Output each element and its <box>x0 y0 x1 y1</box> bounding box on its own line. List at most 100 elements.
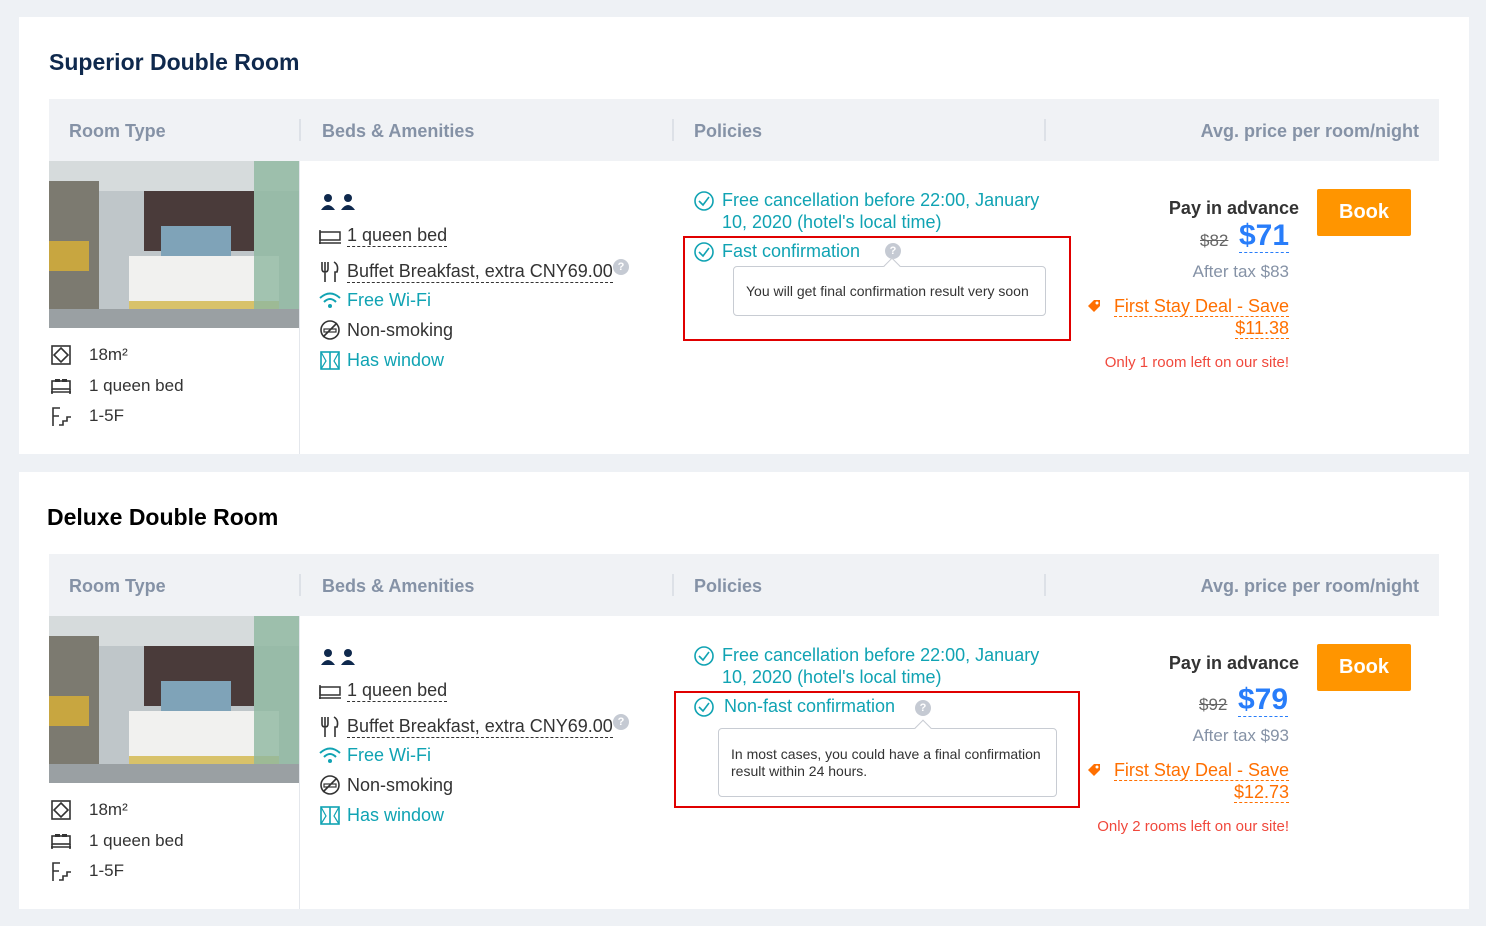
after-tax-price: After tax $83 <box>1192 262 1289 281</box>
amenity-bed-label[interactable]: 1 queen bed <box>347 680 448 702</box>
amenity-bed: 1 queen bed <box>318 679 448 703</box>
spec-room-size: 18m² <box>49 344 128 366</box>
room-card-superior: Superior Double Room Room Type Beds & Am… <box>19 17 1469 454</box>
deal-amount: $11.38 <box>1235 318 1289 339</box>
pay-in-advance-label: Pay in advance <box>1168 653 1299 673</box>
availability-note: Only 2 rooms left on our site! <box>1097 818 1289 835</box>
help-icon[interactable]: ? <box>613 259 629 275</box>
deal-label: First Stay Deal - Save <box>1113 760 1289 781</box>
table-header: Room Type Beds & Amenities Policies Avg.… <box>49 554 1439 616</box>
check-circle-icon <box>693 645 715 672</box>
deal-label: First Stay Deal - Save <box>1113 296 1289 317</box>
availability-note: Only 1 room left on our site! <box>1104 354 1289 371</box>
window-icon <box>318 348 342 372</box>
room-size-value: 18m² <box>89 800 128 819</box>
amenity-window-label: Has window <box>347 804 445 825</box>
header-divider <box>1044 119 1046 141</box>
highlight-box <box>683 236 1071 341</box>
first-stay-deal[interactable]: First Stay Deal - Save $12.73 <box>1087 759 1289 803</box>
header-avg-price: Avg. price per room/night <box>1200 121 1419 141</box>
book-button[interactable]: Book <box>1317 644 1411 691</box>
card-gap <box>0 454 1486 472</box>
amenity-breakfast-label[interactable]: Buffet Breakfast, extra CNY69.00 <box>347 261 613 283</box>
column-divider <box>299 616 300 909</box>
current-price[interactable]: $79 <box>1238 684 1289 717</box>
room-size-icon <box>49 799 73 821</box>
help-icon[interactable]: ? <box>613 714 629 730</box>
bed-icon <box>318 679 342 703</box>
amenity-window: Has window <box>318 803 444 827</box>
first-stay-deal[interactable]: First Stay Deal - Save $11.38 <box>1087 295 1289 339</box>
two-guests-icon <box>318 190 358 214</box>
amenity-smoking-label: Non-smoking <box>347 319 454 340</box>
tag-icon <box>1086 297 1102 319</box>
room-photo[interactable] <box>49 161 299 328</box>
floor-stairs-icon <box>49 860 73 882</box>
header-room-type: Room Type <box>69 576 166 596</box>
highlight-box <box>674 691 1080 808</box>
wifi-icon <box>318 743 342 767</box>
guests-capacity <box>318 645 363 669</box>
amenity-wifi: Free Wi-Fi <box>318 288 431 312</box>
header-beds-amenities: Beds & Amenities <box>322 576 475 596</box>
cancel-policy-line2: 10, 2020 (hotel's local time) <box>722 212 942 232</box>
header-divider <box>672 574 674 596</box>
fork-knife-icon <box>318 260 342 284</box>
room-size-value: 18m² <box>89 345 128 364</box>
amenity-wifi-label: Free Wi-Fi <box>347 744 431 765</box>
no-smoking-icon <box>318 318 342 342</box>
room-title: Superior Double Room <box>49 49 300 75</box>
amenity-breakfast: Buffet Breakfast, extra CNY69.00 <box>318 715 613 739</box>
amenity-smoking: Non-smoking <box>318 318 453 342</box>
book-button[interactable]: Book <box>1317 189 1411 236</box>
original-price: $92 <box>1199 695 1228 714</box>
bed-icon <box>49 830 73 852</box>
spec-bed-value: 1 queen bed <box>89 831 184 850</box>
spec-floor-value: 1-5F <box>89 406 124 425</box>
amenity-bed-label[interactable]: 1 queen bed <box>347 225 448 247</box>
tag-icon <box>1086 761 1102 783</box>
cancel-policy-line2: 10, 2020 (hotel's local time) <box>722 667 942 687</box>
room-photo[interactable] <box>49 616 299 783</box>
table-header: Room Type Beds & Amenities Policies Avg.… <box>49 99 1439 161</box>
header-divider <box>299 574 301 596</box>
floor-stairs-icon <box>49 405 73 427</box>
room-size-icon <box>49 344 73 366</box>
bed-icon <box>318 224 342 248</box>
bed-icon <box>49 375 73 397</box>
amenity-window: Has window <box>318 348 444 372</box>
spec-floor-value: 1-5F <box>89 861 124 880</box>
cancel-policy-line1: Free cancellation before 22:00, January <box>722 190 1040 210</box>
amenity-bed: 1 queen bed <box>318 224 448 248</box>
amenity-breakfast-label[interactable]: Buffet Breakfast, extra CNY69.00 <box>347 716 613 738</box>
no-smoking-icon <box>318 773 342 797</box>
pay-in-advance-label: Pay in advance <box>1168 198 1299 218</box>
header-policies: Policies <box>694 121 763 141</box>
amenity-smoking: Non-smoking <box>318 773 453 797</box>
spec-bed-value: 1 queen bed <box>89 376 184 395</box>
wifi-icon <box>318 288 342 312</box>
header-beds-amenities: Beds & Amenities <box>322 121 475 141</box>
header-policies: Policies <box>694 576 763 596</box>
spec-bed: 1 queen bed <box>49 830 184 852</box>
header-divider <box>1044 574 1046 596</box>
amenity-breakfast: Buffet Breakfast, extra CNY69.00 <box>318 260 613 284</box>
spec-floor: 1-5F <box>49 405 124 427</box>
current-price[interactable]: $71 <box>1239 220 1290 253</box>
amenity-wifi-label: Free Wi-Fi <box>347 289 431 310</box>
cancel-policy-line1: Free cancellation before 22:00, January <box>722 645 1040 665</box>
spec-bed: 1 queen bed <box>49 375 184 397</box>
fork-knife-icon <box>318 715 342 739</box>
original-price: $82 <box>1200 231 1229 250</box>
room-card-deluxe: Deluxe Double Room Room Type Beds & Amen… <box>19 472 1469 909</box>
window-icon <box>318 803 342 827</box>
after-tax-price: After tax $93 <box>1192 726 1289 745</box>
column-divider <box>299 161 300 454</box>
header-room-type: Room Type <box>69 121 166 141</box>
header-divider <box>672 119 674 141</box>
amenity-smoking-label: Non-smoking <box>347 774 454 795</box>
header-divider <box>299 119 301 141</box>
spec-floor: 1-5F <box>49 860 124 882</box>
deal-amount: $12.73 <box>1233 782 1289 803</box>
guests-capacity <box>318 190 363 214</box>
